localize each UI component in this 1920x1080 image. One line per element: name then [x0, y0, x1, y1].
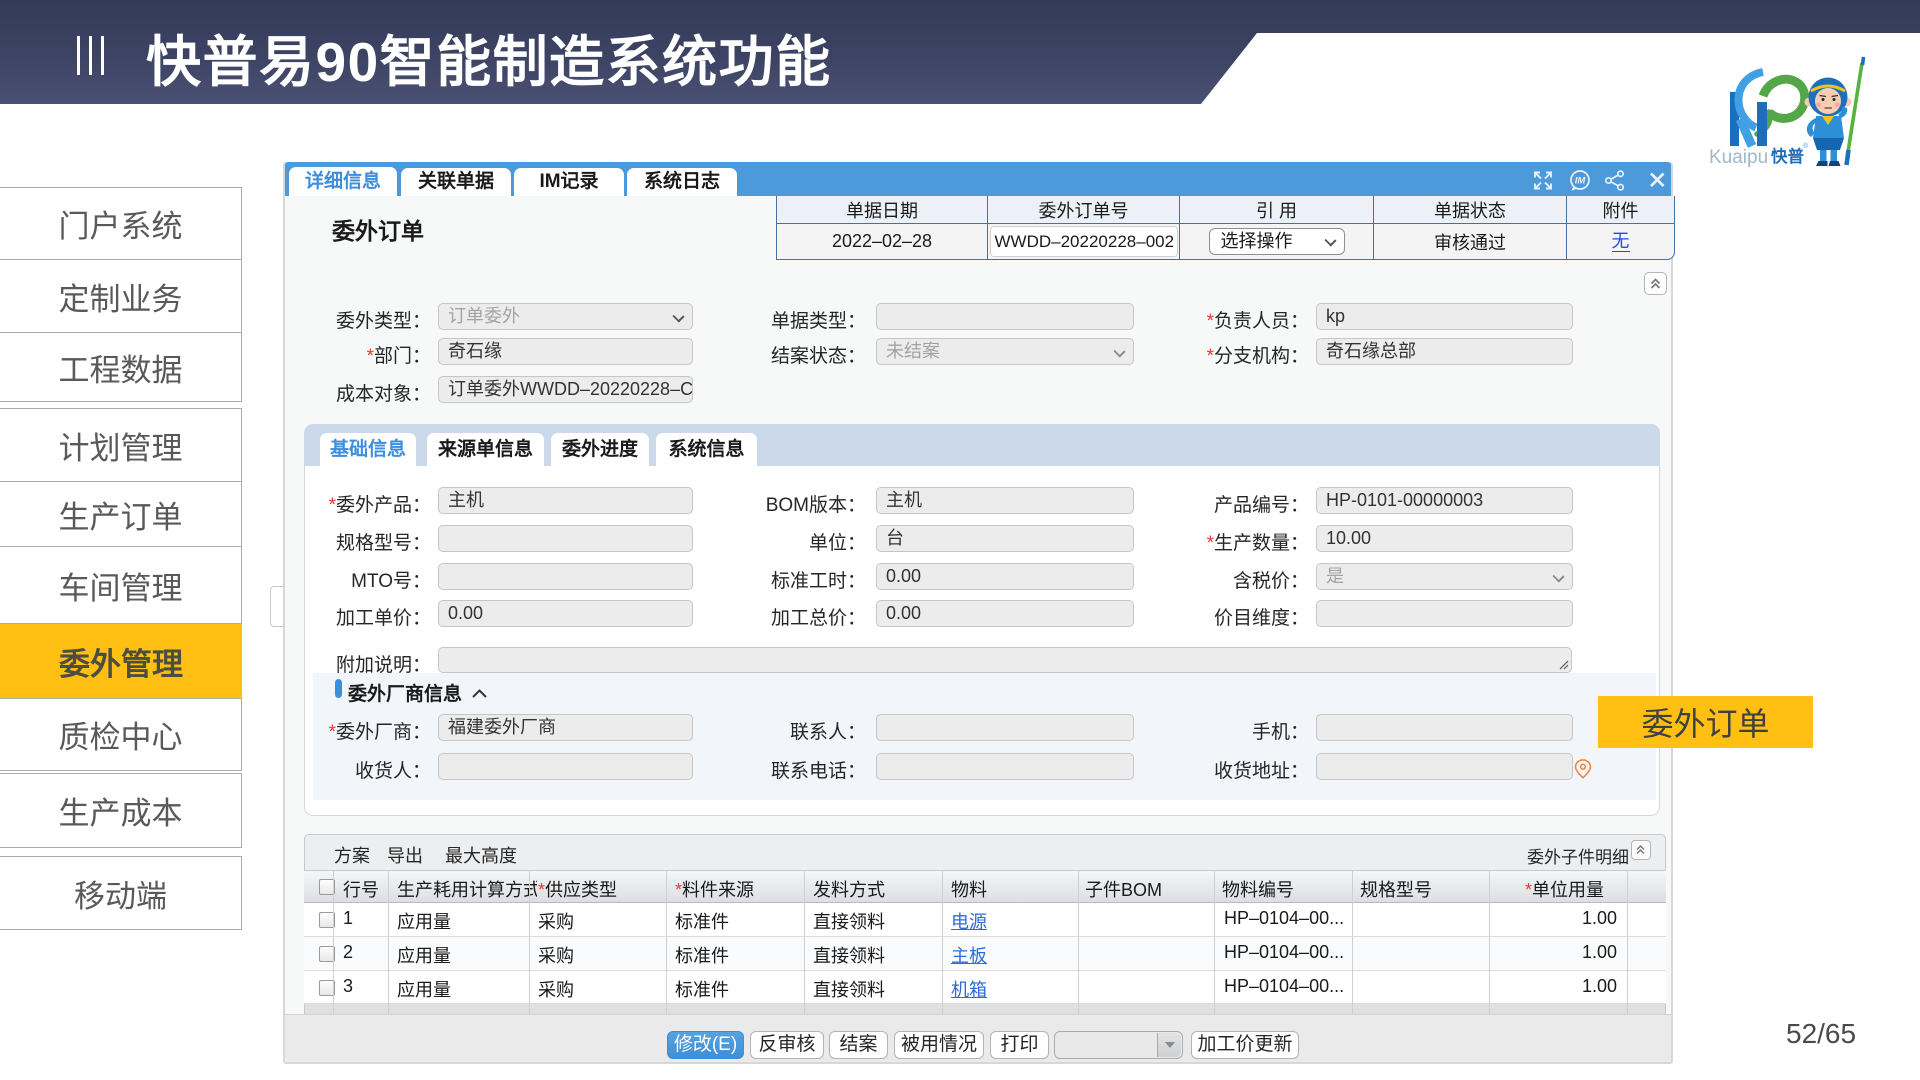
svg-text:®: ® — [1803, 142, 1809, 150]
svg-text:Kuaipu: Kuaipu — [1709, 147, 1768, 168]
svg-text:IM: IM — [1575, 176, 1587, 187]
svg-text:快普: 快普 — [1771, 146, 1804, 166]
